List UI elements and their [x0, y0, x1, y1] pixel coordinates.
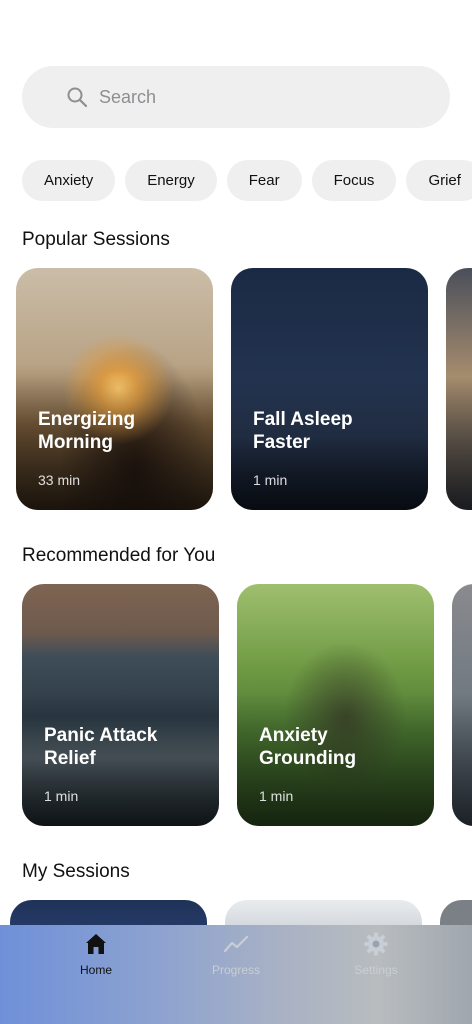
tab-home[interactable]: Home — [36, 931, 156, 977]
session-card-fall-asleep-faster[interactable]: Fall Asleep Faster 1 min — [231, 268, 428, 510]
session-duration: 1 min — [44, 788, 79, 804]
card-gradient — [452, 584, 472, 826]
session-duration: 33 min — [38, 472, 81, 488]
progress-icon — [223, 935, 249, 953]
search-input[interactable] — [99, 80, 439, 114]
tab-progress[interactable]: Progress — [176, 931, 296, 977]
session-title: Anxiety Grounding — [259, 725, 357, 769]
chip-energy[interactable]: Energy — [125, 160, 217, 201]
tab-label: Progress — [211, 963, 261, 977]
session-duration: 1 min — [259, 788, 294, 804]
session-card-energizing-morning[interactable]: Energizing Morning 33 min — [16, 268, 213, 510]
chip-anxiety[interactable]: Anxiety — [22, 160, 116, 201]
session-card-panic-attack-relief[interactable]: Panic Attack Relief 1 min — [22, 584, 219, 826]
session-card-partial[interactable] — [446, 268, 472, 510]
chip-focus[interactable]: Focus — [311, 160, 397, 201]
search-icon — [67, 87, 88, 108]
popular-sessions-row: Energizing Morning 33 min Fall Asleep Fa… — [0, 268, 472, 513]
session-card-partial[interactable] — [452, 584, 472, 826]
recommended-row: Panic Attack Relief 1 min Anxiety Ground… — [0, 584, 472, 829]
session-title: Energizing Morning — [38, 409, 136, 453]
session-title: Fall Asleep Faster — [253, 409, 353, 453]
tab-bar: Home Progress Settings — [0, 925, 472, 1024]
home-icon — [86, 934, 106, 954]
session-title: Panic Attack Relief — [44, 725, 158, 769]
chip-fear[interactable]: Fear — [226, 160, 302, 201]
section-title-my-sessions: My Sessions — [22, 861, 130, 882]
search-bar[interactable] — [22, 66, 450, 128]
tab-label: Settings — [354, 963, 398, 977]
filter-chips: Anxiety Energy Fear Focus Grief — [22, 160, 472, 202]
chip-grief[interactable]: Grief — [406, 160, 472, 201]
tab-settings[interactable]: Settings — [316, 931, 436, 977]
section-title-popular: Popular Sessions — [22, 229, 170, 250]
tab-label: Home — [79, 963, 112, 977]
session-card-anxiety-grounding[interactable]: Anxiety Grounding 1 min — [237, 584, 434, 826]
card-gradient — [446, 268, 472, 510]
section-title-recommended: Recommended for You — [22, 545, 216, 566]
session-duration: 1 min — [253, 472, 288, 488]
gear-icon — [364, 932, 388, 956]
